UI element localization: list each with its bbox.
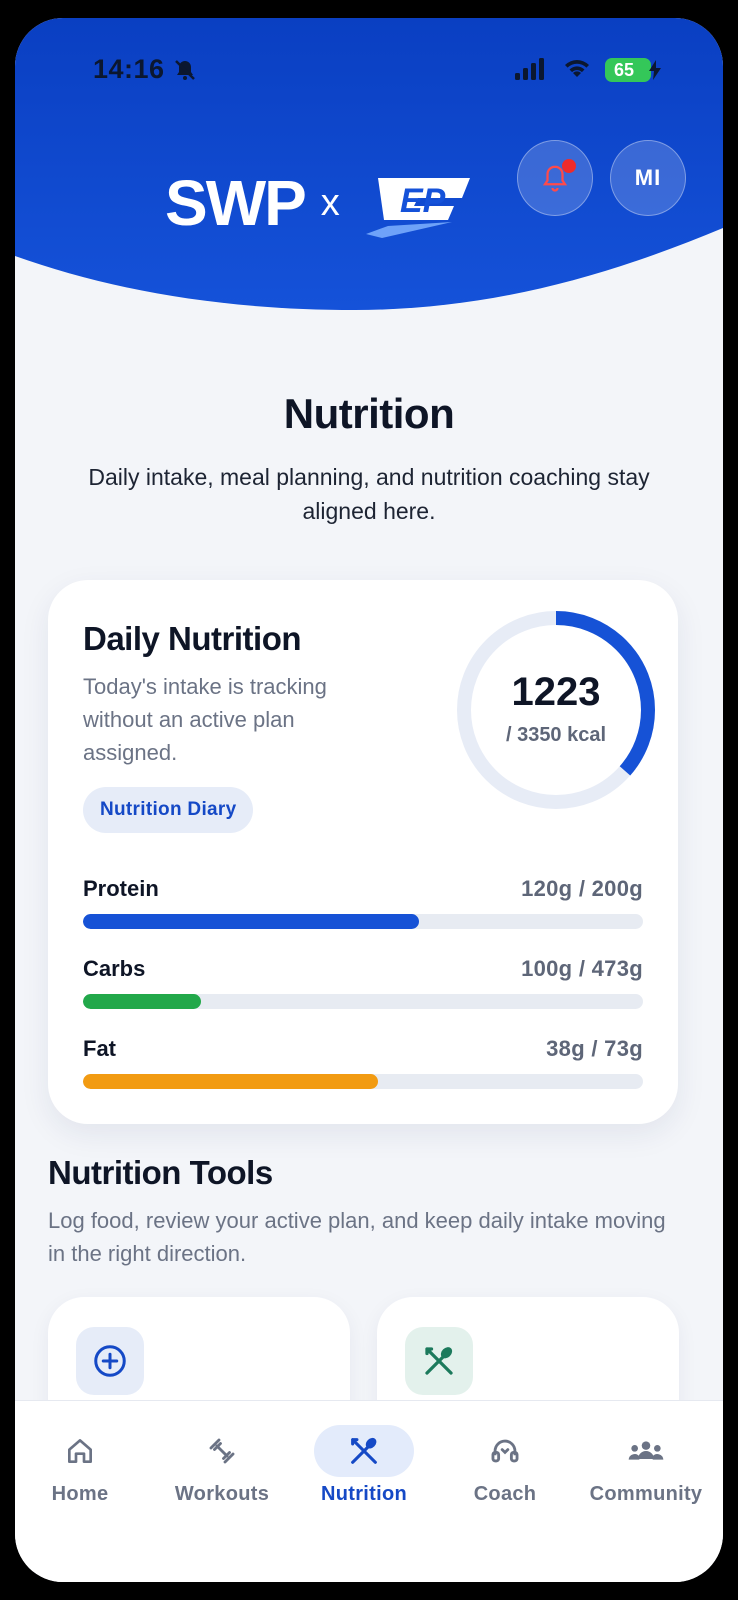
tab-label: Coach — [473, 1483, 537, 1505]
utensils-icon — [425, 1347, 453, 1375]
page-title: Nutrition — [283, 390, 455, 437]
avatar-initials: MI — [634, 165, 662, 190]
macro-progress-fill — [83, 1074, 379, 1089]
macro-value: 100g / 473g — [521, 956, 643, 981]
tab-label: Home — [51, 1483, 109, 1505]
phone-screen: 14:16 65 SWP x EP MI Nutrition Daily int… — [15, 18, 723, 1582]
notification-dot — [562, 159, 576, 173]
plus-circle-icon — [94, 1345, 126, 1377]
tab-icon-wrap — [596, 1425, 696, 1477]
tab-community[interactable]: Community — [576, 1401, 716, 1551]
macro-value: 38g / 73g — [546, 1036, 643, 1061]
bottom-tab-bar: Home Workouts Nutrition Coach Community — [15, 1400, 723, 1582]
tool-icon-tile — [76, 1327, 144, 1395]
tab-home[interactable]: Home — [15, 1401, 150, 1551]
app-header: 14:16 65 SWP x EP MI — [15, 18, 723, 348]
profile-avatar-button[interactable]: MI — [610, 140, 686, 216]
macro-progress-track — [83, 994, 643, 1009]
tab-icon-wrap — [455, 1425, 555, 1477]
macro-progress-track — [83, 1074, 643, 1089]
status-bar: 14:16 65 — [15, 18, 723, 118]
macro-value: 120g / 200g — [521, 876, 643, 901]
status-time: 14:16 — [93, 54, 165, 84]
brand-swp: SWP — [165, 167, 307, 239]
macro-name: Carbs — [83, 956, 146, 981]
notifications-button[interactable] — [517, 140, 593, 216]
tab-icon-wrap — [30, 1425, 130, 1477]
dumbbell-icon — [209, 1438, 235, 1464]
battery-level: 65 — [613, 59, 635, 80]
macro-progress-track — [83, 914, 643, 929]
nutrition-tools-title: Nutrition Tools — [48, 1154, 273, 1191]
tab-workouts[interactable]: Workouts — [152, 1401, 292, 1551]
tool-icon-tile — [405, 1327, 473, 1395]
silent-mode-icon — [175, 60, 195, 80]
people-icon — [628, 1441, 664, 1460]
macro-progress-fill — [83, 994, 201, 1009]
wifi-icon — [565, 60, 589, 77]
tab-label: Nutrition — [320, 1483, 407, 1505]
brand-separator: x — [320, 181, 340, 224]
tab-label: Workouts — [174, 1483, 270, 1505]
nutrition-diary-button[interactable]: Nutrition Diary — [83, 787, 254, 833]
macro-progress-fill — [83, 914, 419, 929]
daily-nutrition-subtitle: Today's intake is tracking without an ac… — [83, 674, 327, 765]
daily-nutrition-card: Daily Nutrition Today's intake is tracki… — [48, 580, 678, 1124]
brand-logo: SWP x EP — [165, 167, 476, 239]
daily-nutrition-title: Daily Nutrition — [83, 620, 302, 657]
home-icon — [68, 1439, 92, 1463]
calories-goal: / 3350 kcal — [505, 724, 607, 746]
tab-label: Community — [589, 1483, 703, 1505]
page-subtitle: Daily intake, meal planning, and nutriti… — [88, 464, 650, 524]
tab-icon-wrap — [314, 1425, 414, 1477]
utensils-icon — [351, 1437, 377, 1464]
calories-consumed: 1223 — [511, 670, 601, 714]
macro-name: Fat — [83, 1036, 116, 1061]
nutrition-tools-subtitle: Log food, review your active plan, and k… — [48, 1208, 666, 1266]
headset-icon — [491, 1439, 519, 1463]
ep-logo-icon: EP — [365, 178, 470, 238]
charging-bolt-icon — [649, 60, 661, 80]
tab-nutrition[interactable]: Nutrition — [294, 1401, 434, 1551]
tab-coach[interactable]: Coach — [435, 1401, 575, 1551]
svg-text:EP: EP — [400, 182, 446, 220]
battery-indicator: 65 — [605, 58, 661, 82]
cellular-signal-icon — [515, 58, 544, 80]
macro-name: Protein — [83, 876, 159, 901]
tab-icon-wrap — [172, 1425, 272, 1477]
